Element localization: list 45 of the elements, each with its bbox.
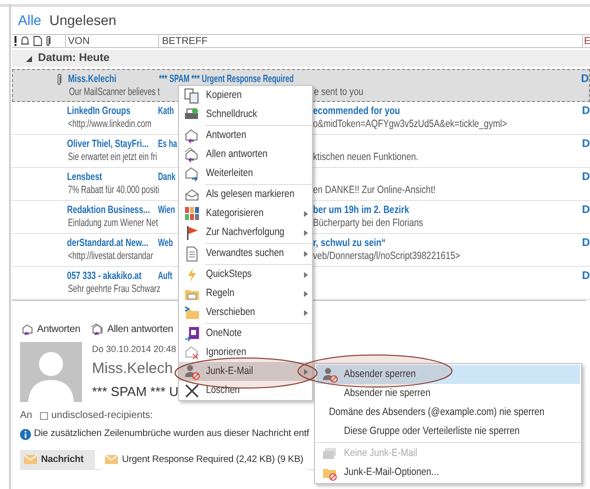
column-value: D xyxy=(581,73,589,86)
preview-text: Sie erwartet ein jetzt ein fri xyxy=(68,151,158,164)
preview-text: ktischen neuen Funktionen. xyxy=(313,151,418,164)
sender-name: LinkedIn Groups xyxy=(67,105,130,118)
preview-text: veb/Donnerstag/l/noScript398221615> xyxy=(313,250,460,263)
sender-name: Miss.Kelechi xyxy=(68,73,116,86)
sender-name: 057 333 - akakiko.at xyxy=(67,270,142,283)
subject-text: Auft xyxy=(158,270,172,283)
preview-text: Our MailScanner believes t xyxy=(69,86,160,99)
info-message: Die zusätzlichen Zeilenumbrüche wurden aus dieser Nachricht entf xyxy=(34,427,310,441)
preview-text: 7% Rabatt für 40.000 positi xyxy=(68,184,160,197)
group-label: Datum: Heute xyxy=(38,51,110,66)
preview-text: <http://www.linkedin.com xyxy=(68,118,152,131)
column-value: D xyxy=(582,237,590,250)
subject-text: Web xyxy=(158,237,173,250)
preview-text: en DANKE!! Zur Online-Ansicht! xyxy=(313,184,436,197)
column-value: D xyxy=(582,138,590,151)
sender-name: Lensbest xyxy=(67,171,102,184)
sender-name: Redaktion Business... xyxy=(67,204,150,217)
preview-text: <http://livestat.derstandar xyxy=(68,250,154,263)
subject-text: Kath xyxy=(158,105,174,118)
sender-name: Miss.Kelech xyxy=(92,359,173,379)
message-subject: *** SPAM *** U xyxy=(92,383,178,401)
preview-text: Bücherparty bei den Florians xyxy=(313,217,424,230)
preview-text: e sent to you xyxy=(314,86,364,99)
preview-text: o&midToken=AQFYgw3v5zUd5A&ek=tickle_gyml> xyxy=(313,118,508,131)
preview-text: Sehr geehrte Frau Schwarz xyxy=(68,283,160,296)
message-date: Do 30.10.2014 20:48 xyxy=(92,343,176,356)
column-value: D xyxy=(582,171,590,184)
subject-text: ecommended for you xyxy=(313,105,400,118)
subject-text: r, schwul zu sein“ xyxy=(313,237,386,250)
subject-text: Es ha xyxy=(158,138,178,151)
subject-text: *** SPAM *** Urgent Response Required xyxy=(159,73,294,86)
subject-text: ber um 19h im 2. Bezirk xyxy=(313,204,410,217)
column-value: D xyxy=(582,204,590,217)
preview-text: Einladung zum Wiener Net xyxy=(68,217,158,230)
column-value: D xyxy=(582,270,590,283)
menu-item: Keine Junk-E-Mail xyxy=(316,444,580,463)
sender-name: Oliver Thiel, StayFri... xyxy=(67,138,149,151)
recipient-name: undisclosed-recipients: xyxy=(51,409,153,423)
subject-text: Wien xyxy=(158,204,175,217)
sender-name: derStandard.at New... xyxy=(67,237,148,250)
subject-text: Dank xyxy=(158,171,176,184)
column-value: D xyxy=(582,105,590,118)
to-label: An xyxy=(20,409,32,423)
